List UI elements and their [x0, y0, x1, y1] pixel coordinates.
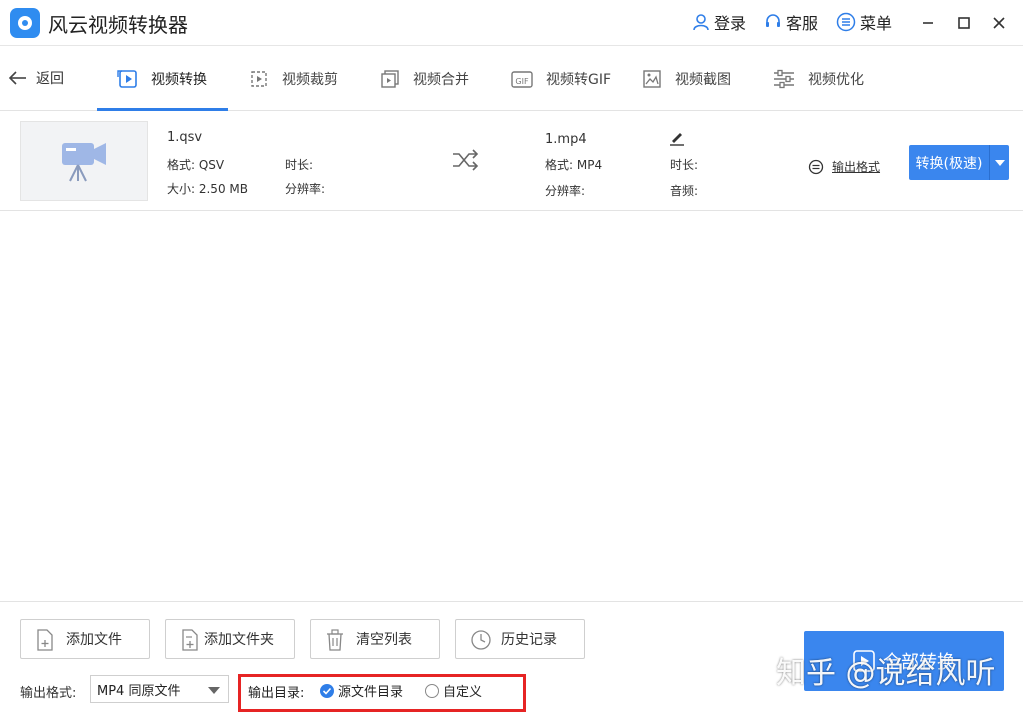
format-icon: [808, 159, 824, 174]
edit-pencil-icon[interactable]: [669, 130, 685, 146]
convert-fast-button[interactable]: 转换(极速): [909, 145, 1009, 180]
bottom-panel: 添加文件 添加文件夹 清空列表 历史记录 输出格式: MP4 同原文件 输出目录…: [0, 601, 1023, 718]
video-thumbnail: [20, 121, 148, 201]
tab-label: 视频裁剪: [282, 71, 338, 88]
menu-icon: [836, 12, 856, 32]
tab-label: 视频转换: [151, 71, 207, 88]
maximize-button[interactable]: [951, 10, 977, 36]
source-resolution: 分辨率:: [285, 182, 326, 196]
shuffle-icon: [453, 149, 479, 171]
target-format: 格式: MP4: [545, 158, 603, 172]
menu-label: 菜单: [860, 14, 893, 33]
login-button[interactable]: 登录: [692, 11, 746, 33]
login-label: 登录: [714, 14, 747, 33]
radio-custom-dir-label: 自定义: [443, 685, 483, 700]
convert-dropdown[interactable]: [990, 159, 1009, 166]
source-file-name: 1.qsv: [167, 130, 203, 145]
radio-checked-icon: [320, 683, 334, 698]
back-label: 返回: [36, 71, 64, 87]
close-button[interactable]: [986, 10, 1012, 36]
app-logo-icon: [10, 8, 40, 38]
minimize-icon: [923, 22, 933, 24]
back-button[interactable]: 返回: [8, 66, 64, 90]
tab-video-gif[interactable]: GIF 视频转GIF: [510, 46, 611, 111]
source-duration: 时长:: [285, 158, 314, 172]
caret-down-icon: [994, 159, 1005, 166]
service-label: 客服: [786, 14, 819, 33]
title-bar: 风云视频转换器 登录 客服 菜单: [0, 0, 1023, 46]
source-format: 格式: QSV: [167, 158, 225, 172]
radio-source-dir-label: 源文件目录: [338, 685, 404, 700]
headset-icon: [766, 14, 780, 27]
output-format-field-label: 输出格式:: [20, 686, 77, 701]
optimize-icon: [772, 68, 796, 90]
service-button[interactable]: 客服: [764, 11, 818, 33]
app-title: 风云视频转换器: [48, 13, 188, 37]
minimize-button[interactable]: [915, 10, 941, 36]
radio-custom-dir[interactable]: 自定义: [425, 681, 482, 700]
video-crop-icon: [248, 68, 270, 90]
tab-video-crop[interactable]: 视频裁剪: [248, 46, 338, 111]
convert-all-button[interactable]: 全部转换: [804, 631, 1004, 691]
file-row[interactable]: 1.qsv 格式: QSV 大小: 2.50 MB 时长: 分辨率: 1.mp4…: [0, 111, 1023, 211]
radio-source-dir[interactable]: 源文件目录: [320, 681, 403, 700]
screenshot-icon: [641, 68, 663, 90]
history-label: 历史记录: [501, 632, 557, 648]
convert-fast-label: 转换(极速): [915, 155, 983, 172]
add-folder-label: 添加文件夹: [204, 632, 274, 648]
tab-label: 视频截图: [675, 71, 731, 88]
add-file-button[interactable]: 添加文件: [20, 619, 150, 659]
video-camera-icon: [62, 143, 106, 182]
target-duration: 时长:: [670, 158, 699, 172]
add-folder-button[interactable]: 添加文件夹: [165, 619, 295, 659]
convert-all-label: 全部转换: [883, 652, 955, 673]
source-size: 大小: 2.50 MB: [167, 182, 248, 196]
target-resolution: 分辨率:: [545, 184, 586, 198]
clear-list-button[interactable]: 清空列表: [310, 619, 440, 659]
svg-text:GIF: GIF: [515, 77, 529, 86]
tab-label: 视频优化: [808, 71, 864, 88]
gif-icon: GIF: [510, 68, 534, 90]
play-icon: [853, 650, 875, 672]
target-audio: 音频:: [670, 184, 699, 198]
tool-tabs: 返回 视频转换 视频裁剪 视频合并 GIF 视频转GIF 视频截图 视频优化: [0, 46, 1023, 111]
target-file-name: 1.mp4: [545, 132, 587, 147]
user-icon: [693, 14, 709, 31]
chevron-down-icon: [208, 687, 220, 694]
tab-video-convert[interactable]: 视频转换: [117, 46, 207, 111]
menu-button[interactable]: 菜单: [836, 11, 892, 33]
arrow-left-icon: [8, 71, 26, 85]
output-dir-label: 输出目录:: [248, 686, 305, 701]
tab-label: 视频转GIF: [546, 71, 612, 88]
tab-video-optimize[interactable]: 视频优化: [772, 46, 864, 111]
output-format-link[interactable]: 输出格式: [808, 158, 880, 175]
add-file-label: 添加文件: [66, 632, 122, 648]
video-convert-icon: [117, 68, 139, 90]
close-icon: [993, 17, 1005, 29]
file-list-area: [0, 212, 1023, 601]
video-merge-icon: [379, 68, 401, 90]
tab-video-merge[interactable]: 视频合并: [379, 46, 469, 111]
output-format-label: 输出格式: [832, 160, 881, 174]
tab-label: 视频合并: [413, 71, 469, 88]
tab-video-screenshot[interactable]: 视频截图: [641, 46, 731, 111]
history-button[interactable]: 历史记录: [455, 619, 585, 659]
maximize-icon: [958, 17, 970, 29]
radio-unchecked-icon: [425, 683, 439, 698]
output-format-value: MP4 同原文件: [97, 683, 181, 699]
output-format-select[interactable]: MP4 同原文件: [90, 675, 229, 703]
clear-list-label: 清空列表: [356, 632, 412, 648]
